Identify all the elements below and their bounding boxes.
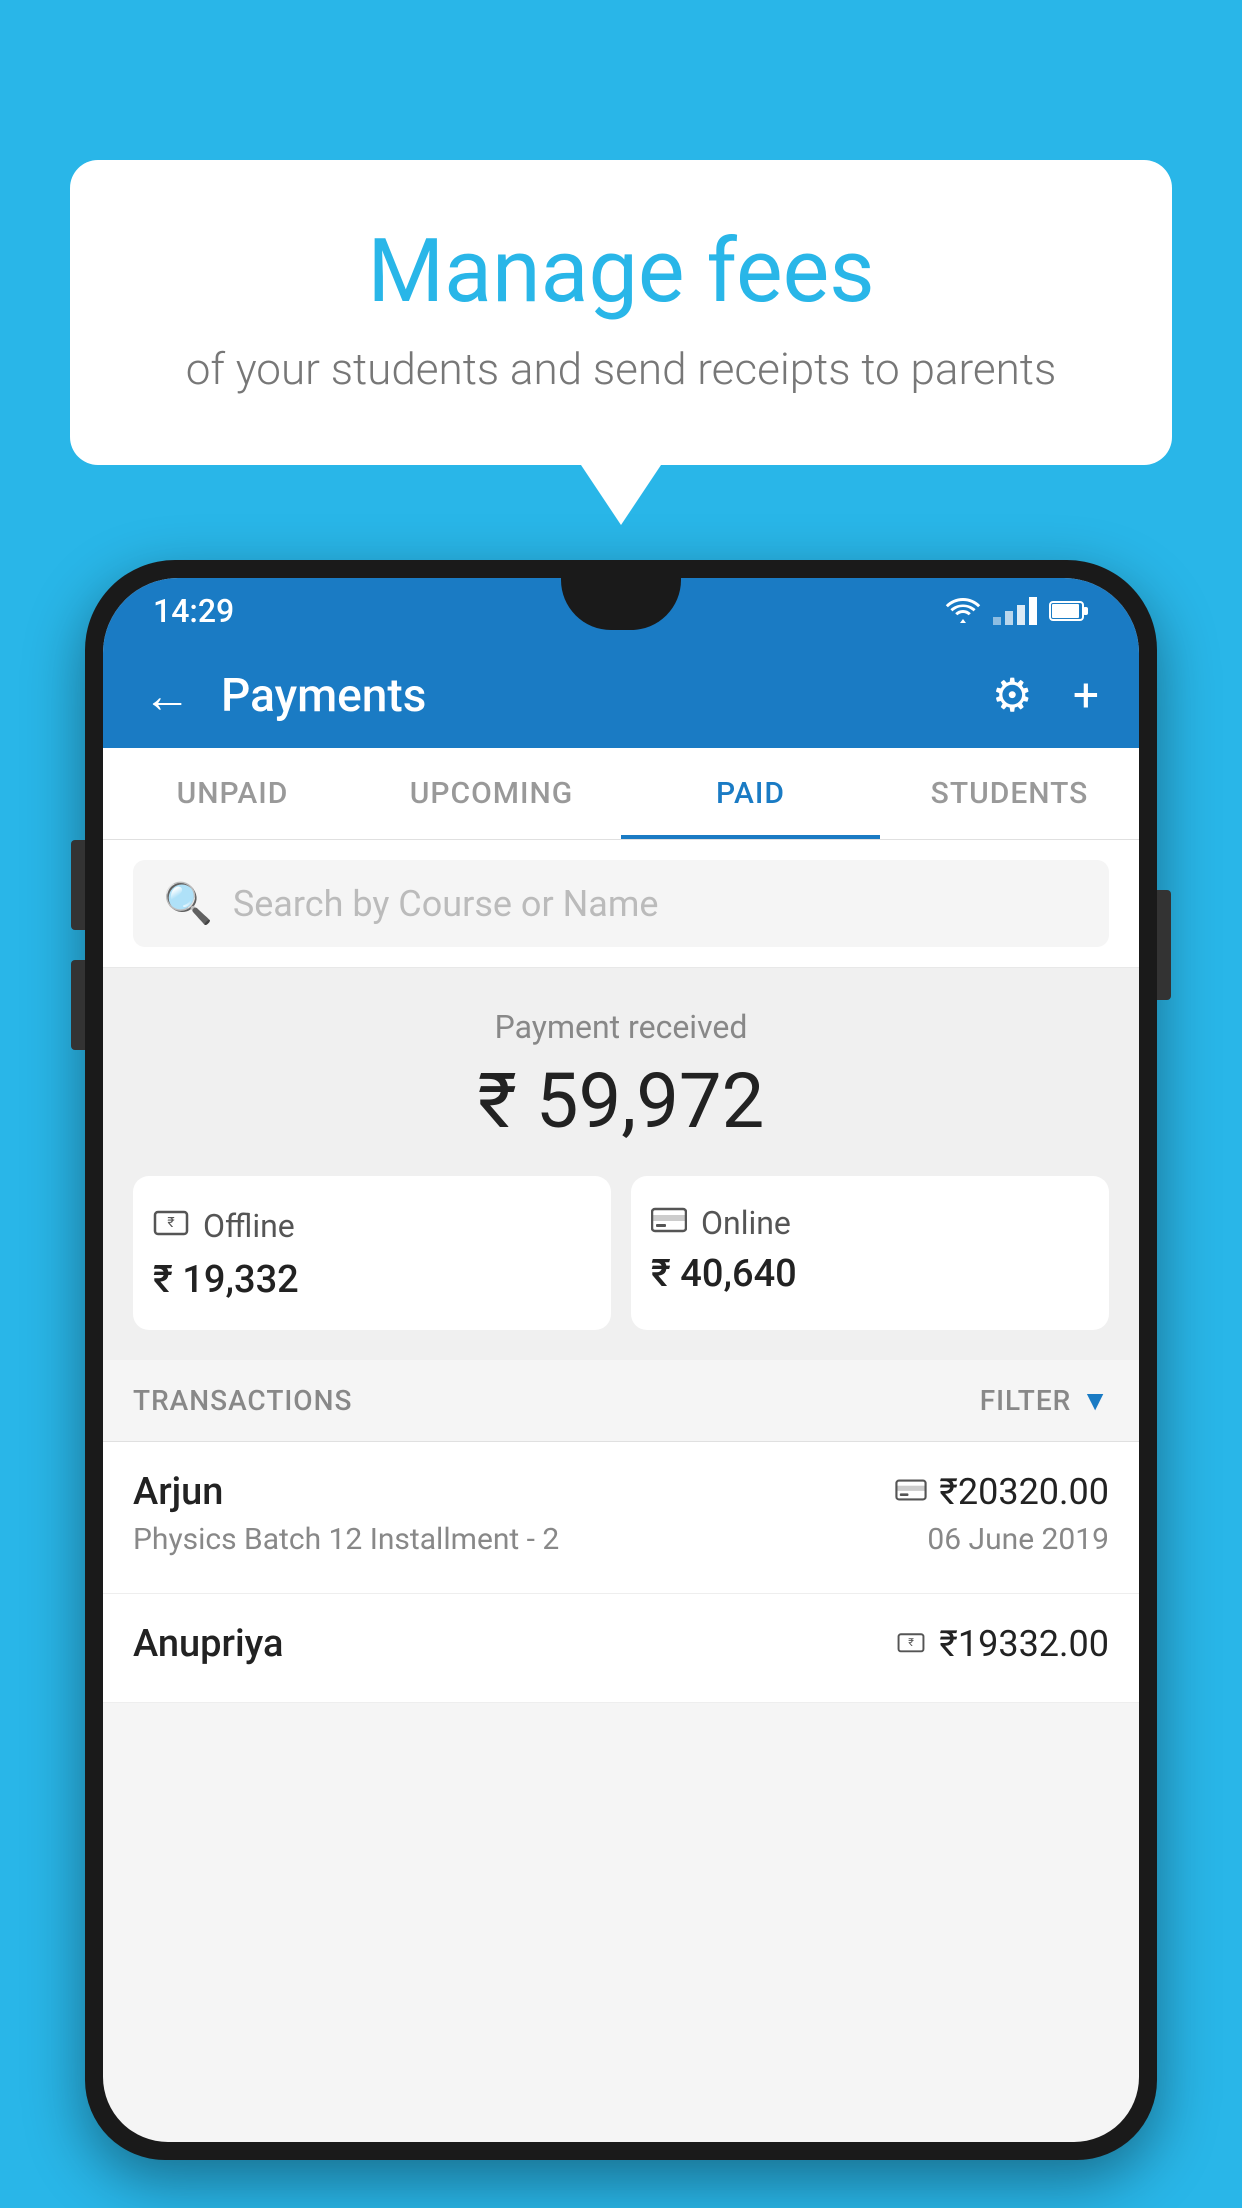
phone: 14:29 [85,560,1157,2208]
settings-icon[interactable]: ⚙ [992,668,1033,723]
transactions-label: TRANSACTIONS [133,1384,352,1417]
wifi-icon [945,597,981,625]
tab-upcoming[interactable]: UPCOMING [362,748,621,839]
payment-section: Payment received ₹ 59,972 ₹ [103,968,1139,1360]
transaction-item-arjun[interactable]: Arjun ₹20320.00 [103,1442,1139,1594]
power-button [1157,890,1171,1000]
offline-payment-card: ₹ Offline ₹ 19,332 [133,1176,611,1330]
svg-text:₹: ₹ [908,1636,914,1649]
offline-payment-icon: ₹ [153,1204,189,1248]
transaction-course-arjun: Physics Batch 12 Installment - 2 [133,1522,559,1557]
transaction-amount-row-anupriya: ₹ ₹19332.00 [895,1623,1109,1665]
speech-bubble: Manage fees of your students and send re… [70,160,1172,465]
offline-amount: ₹ 19,332 [153,1258,591,1302]
tab-paid[interactable]: PAID [621,748,880,839]
signal-icon [993,597,1037,625]
filter-button[interactable]: FILTER ▼ [980,1384,1109,1417]
battery-icon [1049,599,1089,623]
online-payment-card: Online ₹ 40,640 [631,1176,1109,1330]
app-header: ← Payments ⚙ + [103,643,1139,748]
transaction-cash-icon: ₹ [895,1628,927,1660]
search-icon: 🔍 [163,880,213,927]
back-button[interactable]: ← [143,667,191,724]
transaction-name-arjun: Arjun [133,1470,223,1514]
tab-students[interactable]: STUDENTS [880,748,1139,839]
transaction-amount-row-arjun: ₹20320.00 [895,1471,1109,1513]
transactions-header: TRANSACTIONS FILTER ▼ [103,1360,1139,1442]
header-icons: ⚙ + [992,668,1099,723]
payment-cards: ₹ Offline ₹ 19,332 [133,1176,1109,1330]
filter-icon: ▼ [1081,1384,1109,1417]
search-placeholder: Search by Course or Name [233,883,659,925]
volume-down-button [71,960,85,1050]
status-time: 14:29 [153,592,234,630]
search-bar[interactable]: 🔍 Search by Course or Name [133,860,1109,947]
payment-received-label: Payment received [133,1008,1109,1046]
online-label: Online [701,1204,791,1242]
transaction-amount-arjun: ₹20320.00 [939,1471,1109,1513]
transaction-amount-anupriya: ₹19332.00 [939,1623,1109,1665]
volume-up-button [71,840,85,930]
add-icon[interactable]: + [1073,669,1099,723]
online-amount: ₹ 40,640 [651,1252,1089,1296]
speech-bubble-container: Manage fees of your students and send re… [70,160,1172,525]
tab-unpaid[interactable]: UNPAID [103,748,362,839]
speech-bubble-arrow [581,465,661,525]
transaction-name-anupriya: Anupriya [133,1622,283,1666]
transaction-card-icon [895,1478,927,1506]
svg-text:₹: ₹ [167,1215,174,1231]
speech-bubble-title: Manage fees [150,220,1092,323]
transaction-item-anupriya[interactable]: Anupriya ₹ ₹19332.00 [103,1594,1139,1703]
header-title: Payments [221,669,992,723]
payment-total-amount: ₹ 59,972 [133,1056,1109,1146]
online-payment-icon [651,1204,687,1242]
status-icons [945,597,1089,625]
search-container: 🔍 Search by Course or Name [103,840,1139,968]
speech-bubble-subtitle: of your students and send receipts to pa… [150,343,1092,395]
offline-label: Offline [203,1207,295,1245]
filter-label: FILTER [980,1384,1072,1417]
tabs-container: UNPAID UPCOMING PAID STUDENTS [103,748,1139,840]
transaction-date-arjun: 06 June 2019 [927,1522,1109,1557]
